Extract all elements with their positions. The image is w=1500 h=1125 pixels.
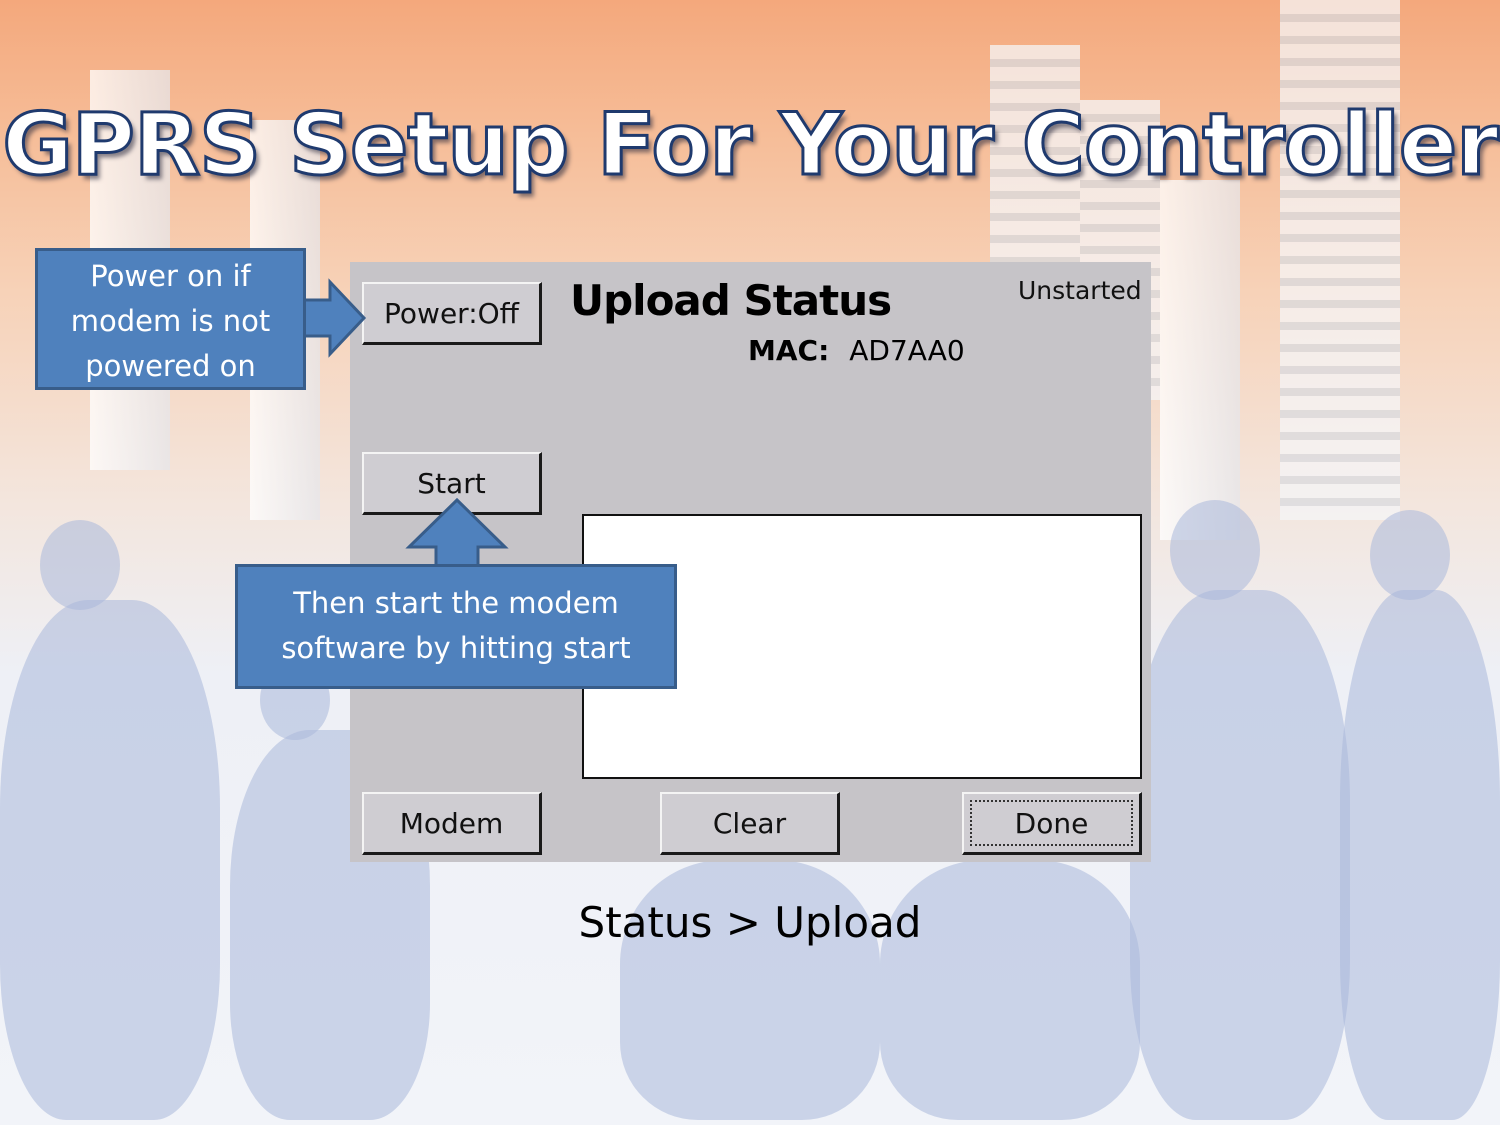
done-button[interactable]: Done: [962, 792, 1142, 855]
clear-button[interactable]: Clear: [660, 792, 840, 855]
modem-button[interactable]: Modem: [362, 792, 542, 855]
slide-title: GPRS Setup For Your Controller: [1, 94, 1500, 197]
navigation-path-caption: Status > Upload: [578, 898, 922, 947]
up-arrow-icon: [405, 497, 509, 571]
runner-silhouette: [1130, 590, 1350, 1120]
building: [1280, 0, 1400, 520]
power-button[interactable]: Power:Off: [362, 282, 542, 345]
status-text: Unstarted: [1018, 276, 1142, 305]
runner-silhouette: [0, 600, 220, 1120]
right-arrow-icon: [298, 278, 367, 358]
focus-ring: [970, 800, 1133, 846]
building: [1160, 180, 1240, 540]
upload-status-heading: Upload Status: [570, 276, 892, 325]
runner-silhouette: [1170, 500, 1260, 600]
runner-silhouette: [1370, 510, 1450, 600]
start-callout: Then start the modem software by hitting…: [235, 564, 677, 689]
power-on-callout: Power on if modem is not powered on: [35, 248, 306, 390]
runner-silhouette: [1340, 590, 1500, 1120]
runner-silhouette: [40, 520, 120, 610]
mac-label: MAC:: [748, 334, 830, 367]
mac-address: MAC: AD7AA0: [748, 334, 965, 367]
mac-value: AD7AA0: [849, 334, 965, 367]
